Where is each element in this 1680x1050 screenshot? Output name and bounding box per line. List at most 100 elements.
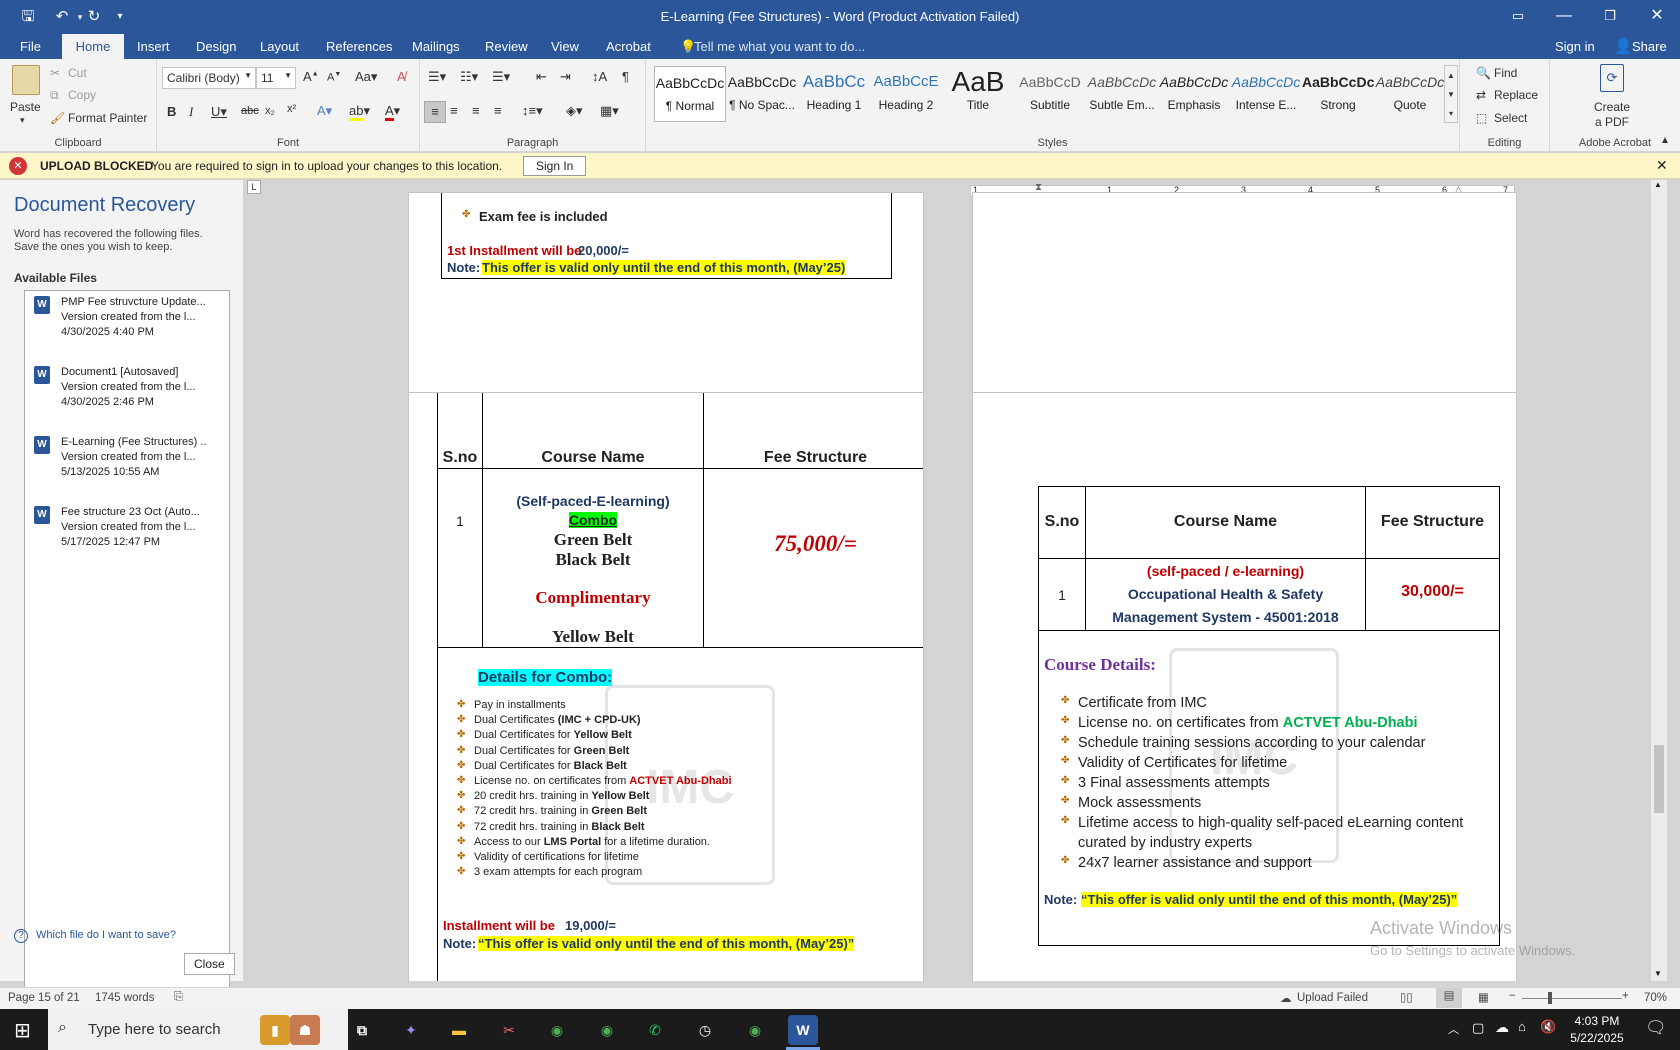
zoom-level[interactable]: 70%	[1644, 992, 1667, 1004]
justify-icon[interactable]: ≡	[494, 103, 502, 118]
app-books-icon[interactable]: ▮	[260, 1015, 290, 1045]
show-hidden-icons-icon[interactable]: ︿	[1448, 1021, 1459, 1037]
create-pdf-button[interactable]: Create	[1572, 100, 1652, 114]
grow-font-icon[interactable]: A▲	[303, 69, 319, 84]
chrome-icon[interactable]: ◉	[542, 1015, 572, 1045]
notifications-icon[interactable]: 🗨	[1645, 1018, 1667, 1038]
multilevel-list-icon[interactable]: ☰▾	[492, 69, 510, 85]
font-color-icon[interactable]: A▾	[385, 103, 400, 121]
app-snip-icon[interactable]: ✂	[494, 1015, 524, 1045]
tell-me-input[interactable]: Tell me what you want to do...	[686, 34, 873, 59]
tab-home[interactable]: Home	[62, 34, 124, 59]
scroll-up-icon[interactable]: ▲	[1654, 180, 1662, 189]
upload-status[interactable]: Upload Failed	[1297, 992, 1368, 1004]
word-taskbar-icon[interactable]: W	[788, 1015, 818, 1045]
ribbon-display-options-icon[interactable]: ▭	[1495, 0, 1541, 32]
network-icon[interactable]: ⌂	[1518, 1019, 1526, 1034]
zoom-thumb[interactable]	[1548, 992, 1552, 1004]
format-painter-button[interactable]: Format Painter	[68, 111, 147, 125]
tab-layout[interactable]: Layout	[252, 34, 307, 59]
style-heading-1[interactable]: AaBbCc Heading 1	[798, 66, 870, 122]
recovery-close-button[interactable]: Close	[184, 953, 235, 975]
align-right-icon[interactable]: ≡	[472, 103, 480, 118]
app-people-icon[interactable]: ☗	[290, 1015, 320, 1045]
text-effects-icon[interactable]: A▾	[317, 103, 332, 119]
styles-scroll-icon[interactable]: ▲ ▼ ▾	[1444, 65, 1458, 123]
bold-icon[interactable]: B	[167, 104, 176, 119]
underline-icon[interactable]: U▾	[211, 104, 227, 120]
cut-button[interactable]: Cut	[68, 66, 87, 80]
create-pdf-icon[interactable]: ⟳	[1600, 64, 1624, 92]
show-formatting-icon[interactable]: ¶	[622, 69, 629, 84]
strikethrough-icon[interactable]: abc	[241, 105, 259, 117]
recovery-file-item[interactable]: W E-Learning (Fee Structures) .. Version…	[24, 434, 230, 496]
tab-mailings[interactable]: Mailings	[404, 34, 468, 59]
recovery-file-item[interactable]: W Fee structure 23 Oct (Auto... Version …	[24, 504, 230, 566]
print-layout-icon[interactable]: ▤	[1436, 988, 1462, 1008]
style-title[interactable]: AaB Title	[942, 66, 1014, 122]
italic-icon[interactable]: I	[189, 104, 193, 120]
tab-review[interactable]: Review	[477, 34, 536, 59]
page-count[interactable]: Page 15 of 21	[8, 992, 80, 1004]
find-button[interactable]: Find	[1494, 66, 1517, 80]
style-strong[interactable]: AaBbCcDc Strong	[1302, 66, 1374, 122]
chrome-profile-icon[interactable]: ◉	[592, 1015, 622, 1045]
align-left-icon[interactable]: ≡	[424, 101, 446, 123]
style-subtle-emphasis[interactable]: AaBbCcDc Subtle Em...	[1086, 66, 1158, 122]
sign-in-link[interactable]: Sign in	[1547, 34, 1603, 59]
tab-file[interactable]: File	[12, 34, 49, 59]
whatsapp-icon[interactable]: ✆	[640, 1015, 670, 1045]
scroll-thumb[interactable]	[1654, 745, 1664, 813]
taskbar-date[interactable]: 5/22/2025	[1562, 1031, 1632, 1045]
web-layout-icon[interactable]: ▦	[1478, 990, 1489, 1004]
tab-view[interactable]: View	[543, 34, 587, 59]
word-count[interactable]: 1745 words	[95, 992, 154, 1004]
zoom-out-icon[interactable]: −	[1509, 990, 1516, 1002]
close-infobar-icon[interactable]: ✕	[1656, 157, 1668, 174]
subscript-icon[interactable]: x₂	[265, 105, 275, 117]
align-center-icon[interactable]: ≡	[450, 103, 458, 118]
infobar-sign-in-button[interactable]: Sign In	[523, 156, 587, 176]
onedrive-icon[interactable]: ☁	[1495, 1019, 1509, 1036]
superscript-icon[interactable]: x²	[287, 103, 296, 115]
style-quote[interactable]: AaBbCcDc Quote	[1374, 66, 1446, 122]
style-emphasis[interactable]: AaBbCcDc Emphasis	[1158, 66, 1230, 122]
scroll-down-icon[interactable]: ▼	[1654, 969, 1662, 978]
zoom-in-icon[interactable]: +	[1622, 990, 1629, 1002]
sort-icon[interactable]: ↕A	[592, 69, 607, 84]
vertical-scrollbar[interactable]: ▲ ▼	[1651, 180, 1667, 981]
bullets-icon[interactable]: ☰▾	[428, 69, 446, 85]
highlight-color-icon[interactable]: ab▾	[349, 103, 370, 121]
minimize-button[interactable]: —	[1541, 0, 1587, 32]
collapse-ribbon-icon[interactable]: ▲	[1660, 135, 1670, 146]
font-name-combo[interactable]: Calibri (Body) ▼	[162, 67, 256, 89]
app-clock-icon[interactable]: ◷	[690, 1015, 720, 1045]
close-window-button[interactable]: ✕	[1634, 0, 1680, 32]
proofing-icon[interactable]: ⎘	[174, 991, 183, 1004]
windows-start-icon[interactable]: ⊞	[14, 1018, 31, 1043]
taskbar-search-input[interactable]: Type here to search	[88, 1021, 221, 1038]
paste-dropdown-icon[interactable]: ▾	[20, 115, 25, 126]
task-view-icon[interactable]: ⧉	[347, 1015, 377, 1045]
increase-indent-icon[interactable]: ⇥	[560, 69, 571, 85]
file-explorer-icon[interactable]: ▬	[444, 1015, 474, 1045]
replace-button[interactable]: Replace	[1494, 88, 1538, 102]
decrease-indent-icon[interactable]: ⇤	[536, 69, 547, 85]
tray-app-icon[interactable]: ▢	[1472, 1020, 1484, 1036]
shading-icon[interactable]: ◈▾	[566, 103, 583, 119]
line-spacing-icon[interactable]: ↕≡▾	[522, 103, 543, 119]
style-normal[interactable]: AaBbCcDc ¶ Normal	[654, 66, 726, 122]
paste-icon[interactable]	[12, 65, 40, 95]
chrome-icon-2[interactable]: ◉	[740, 1015, 770, 1045]
borders-icon[interactable]: ▦▾	[600, 103, 619, 119]
volume-muted-icon[interactable]: 🔇	[1540, 1019, 1556, 1035]
shrink-font-icon[interactable]: A▼	[327, 71, 341, 84]
tab-references[interactable]: References	[318, 34, 400, 59]
font-size-combo[interactable]: 11 ▼	[256, 67, 296, 89]
restore-button[interactable]: ❐	[1587, 0, 1633, 32]
copilot-icon[interactable]: ✦	[396, 1015, 426, 1045]
tab-design[interactable]: Design	[188, 34, 244, 59]
tab-acrobat[interactable]: Acrobat	[598, 34, 659, 59]
recovery-file-item[interactable]: W Document1 [Autosaved] Version created …	[24, 364, 230, 426]
share-button[interactable]: Share	[1624, 34, 1675, 59]
